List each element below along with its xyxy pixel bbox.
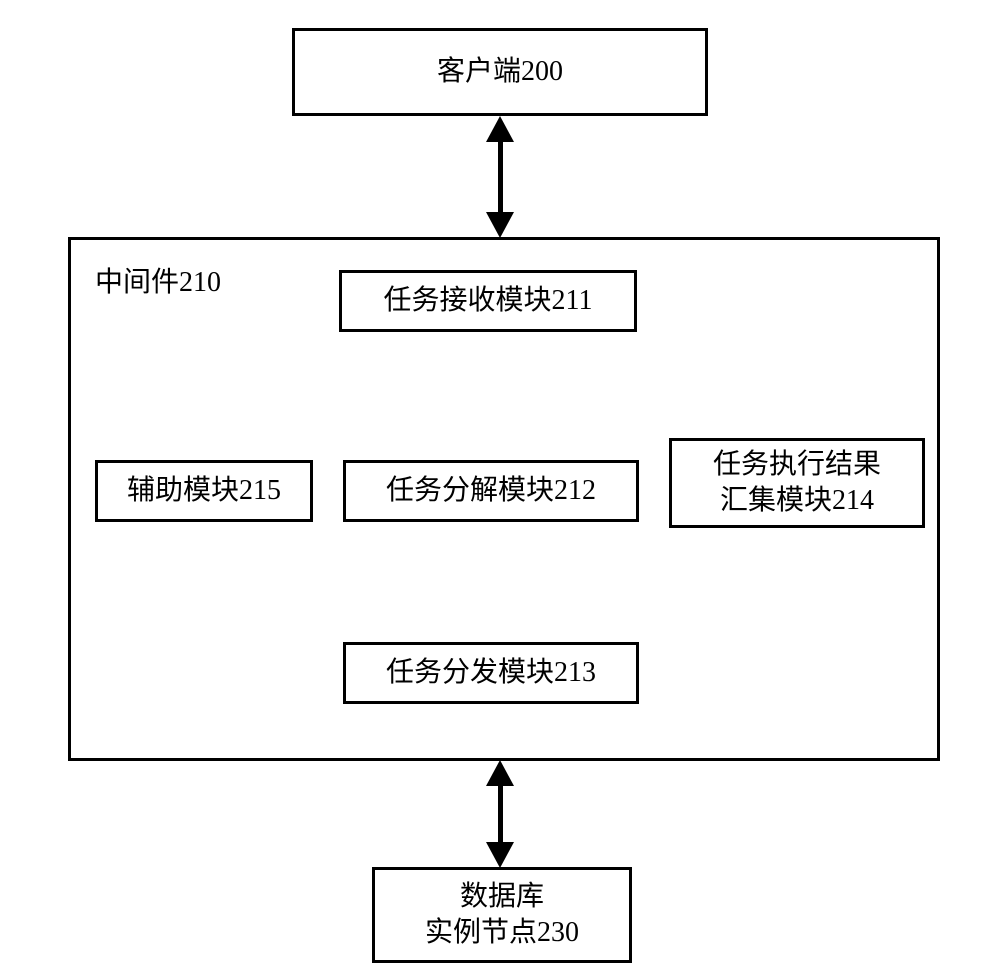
task-result-collect-module-box: 任务执行结果 汇集模块214 (669, 438, 925, 528)
database-label: 数据库 实例节点230 (425, 879, 579, 952)
arrow-line (498, 786, 503, 842)
arrow-line (498, 142, 503, 212)
task-dispatch-module-label: 任务分发模块213 (386, 655, 596, 691)
client-label: 客户端200 (437, 54, 563, 90)
auxiliary-module-label: 辅助模块215 (127, 473, 281, 509)
arrow-middleware-database (486, 760, 514, 868)
auxiliary-module-box: 辅助模块215 (95, 460, 313, 522)
task-decompose-module-label: 任务分解模块212 (386, 473, 596, 509)
arrow-head-up-icon (486, 116, 514, 142)
client-box: 客户端200 (292, 28, 708, 116)
task-receive-module-label: 任务接收模块211 (384, 283, 593, 319)
arrow-client-middleware (486, 116, 514, 238)
arrow-head-down-icon (486, 212, 514, 238)
task-decompose-module-box: 任务分解模块212 (343, 460, 639, 522)
database-box: 数据库 实例节点230 (372, 867, 632, 963)
task-dispatch-module-box: 任务分发模块213 (343, 642, 639, 704)
arrow-head-up-icon (486, 760, 514, 786)
middleware-container: 中间件210 任务接收模块211 辅助模块215 任务分解模块212 任务执行结… (68, 237, 940, 761)
arrow-head-down-icon (486, 842, 514, 868)
task-result-collect-module-label: 任务执行结果 汇集模块214 (713, 447, 881, 520)
middleware-label: 中间件210 (95, 260, 221, 300)
task-receive-module-box: 任务接收模块211 (339, 270, 637, 332)
